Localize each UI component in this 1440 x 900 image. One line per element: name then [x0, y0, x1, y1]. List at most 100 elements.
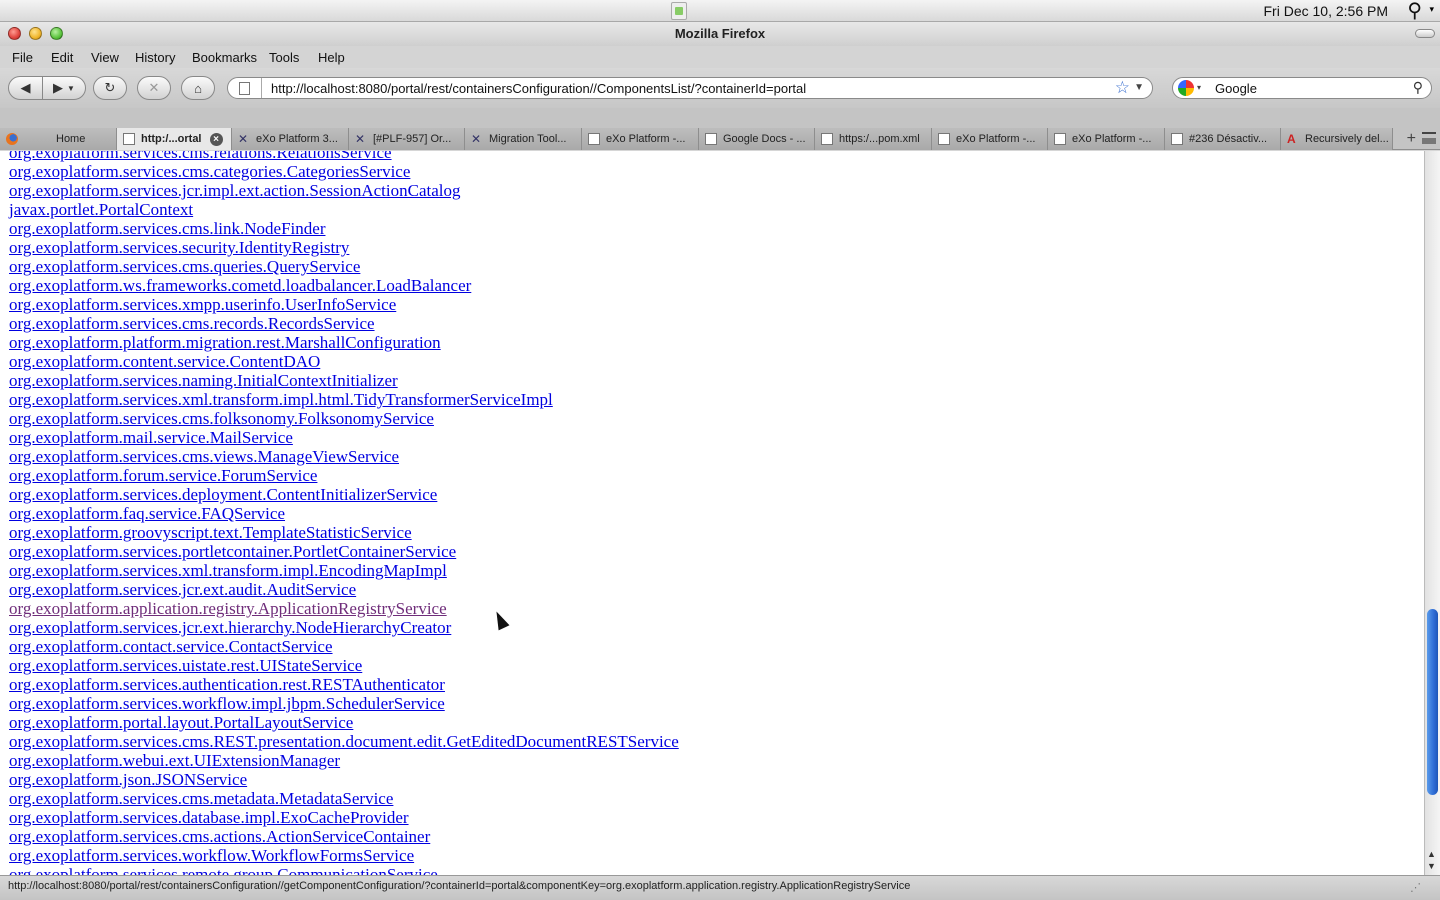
service-link[interactable]: org.exoplatform.services.jcr.impl.ext.ac… — [9, 181, 679, 200]
service-link[interactable]: org.exoplatform.services.cms.link.NodeFi… — [9, 219, 679, 238]
back-button[interactable]: ◀ — [8, 76, 43, 100]
forward-button[interactable]: ▶ ▼ — [42, 76, 86, 100]
tab-label: https:/...pom.xml — [839, 133, 920, 145]
menu-help[interactable]: Help — [318, 50, 345, 65]
tab-list-icon[interactable] — [1422, 132, 1436, 144]
service-link[interactable]: org.exoplatform.services.security.Identi… — [9, 238, 679, 257]
service-link[interactable]: org.exoplatform.services.deployment.Cont… — [9, 485, 679, 504]
page-icon — [821, 133, 833, 145]
service-link[interactable]: org.exoplatform.services.cms.categories.… — [9, 162, 679, 181]
service-link[interactable]: org.exoplatform.faq.service.FAQService — [9, 504, 679, 523]
tab-plf-957[interactable]: ✕ [#PLF-957] Or... — [349, 128, 465, 150]
service-link[interactable]: org.exoplatform.portal.layout.PortalLayo… — [9, 713, 679, 732]
service-link[interactable]: org.exoplatform.services.naming.InitialC… — [9, 371, 679, 390]
service-link[interactable]: org.exoplatform.services.authentication.… — [9, 675, 679, 694]
service-link[interactable]: org.exoplatform.services.portletcontaine… — [9, 542, 679, 561]
service-link[interactable]: org.exoplatform.webui.ext.UIExtensionMan… — [9, 751, 679, 770]
tab-exo-platform-3[interactable]: ✕ eXo Platform 3... — [232, 128, 349, 150]
spotlight-search-icon[interactable]: ⚲ — [1407, 0, 1422, 22]
service-link[interactable]: org.exoplatform.services.cms.actions.Act… — [9, 827, 679, 846]
tab-current[interactable]: http:/...ortal × — [117, 128, 232, 150]
search-bar[interactable]: ▾ ⚲ — [1172, 77, 1432, 99]
reload-button[interactable]: ↻ — [93, 76, 127, 100]
service-link[interactable]: org.exoplatform.services.uistate.rest.UI… — [9, 656, 679, 675]
menu-history[interactable]: History — [135, 50, 175, 65]
menu-file[interactable]: File — [12, 50, 33, 65]
tab-pom-xml[interactable]: https:/...pom.xml — [815, 128, 932, 150]
service-link[interactable]: javax.portlet.PortalContext — [9, 200, 679, 219]
tab-236-desactiv[interactable]: #236 Désactiv... — [1165, 128, 1281, 150]
tab-exo-platform-b[interactable]: eXo Platform -... — [932, 128, 1048, 150]
home-icon: ⌂ — [194, 80, 202, 96]
service-link[interactable]: org.exoplatform.services.cms.metadata.Me… — [9, 789, 679, 808]
service-link[interactable]: org.exoplatform.services.cms.views.Manag… — [9, 447, 679, 466]
tab-home[interactable]: Home — [0, 128, 117, 150]
service-link[interactable]: org.exoplatform.json.JSONService — [9, 770, 679, 789]
page-icon — [239, 82, 250, 95]
service-link[interactable]: org.exoplatform.groovyscript.text.Templa… — [9, 523, 679, 542]
search-engine-dropdown-icon[interactable]: ▾ — [1197, 83, 1201, 92]
service-link[interactable]: org.exoplatform.content.service.ContentD… — [9, 352, 679, 371]
search-input[interactable] — [1215, 81, 1405, 96]
navigation-toolbar: ◀ ▶ ▼ ↻ ✕ ⌂ http://localhost:8080/portal/… — [0, 68, 1440, 108]
service-link[interactable]: org.exoplatform.services.cms.folksonomy.… — [9, 409, 679, 428]
tab-exo-platform-a[interactable]: eXo Platform -... — [582, 128, 699, 150]
service-link[interactable]: org.exoplatform.services.cms.REST.presen… — [9, 732, 679, 751]
service-link[interactable]: org.exoplatform.services.workflow.Workfl… — [9, 846, 679, 865]
url-text[interactable]: http://localhost:8080/portal/rest/contai… — [271, 81, 806, 96]
menu-view[interactable]: View — [91, 50, 119, 65]
google-engine-icon[interactable] — [1178, 80, 1194, 96]
address-bar[interactable]: http://localhost:8080/portal/rest/contai… — [227, 77, 1153, 99]
scroll-up-icon[interactable]: ▲ — [1427, 849, 1436, 859]
service-link[interactable]: org.exoplatform.forum.service.ForumServi… — [9, 466, 679, 485]
home-button[interactable]: ⌂ — [181, 76, 215, 100]
scroll-down-icon[interactable]: ▼ — [1427, 861, 1436, 871]
service-link[interactable]: org.exoplatform.services.xml.transform.i… — [9, 390, 679, 409]
bookmark-star-icon[interactable]: ☆ — [1115, 78, 1130, 98]
service-link[interactable]: org.exoplatform.services.cms.relations.R… — [9, 151, 679, 162]
page-icon — [1171, 133, 1183, 145]
tab-label: eXo Platform -... — [1072, 133, 1152, 145]
vertical-scrollbar[interactable]: ▲ ▼ — [1424, 151, 1440, 875]
page-icon — [938, 133, 950, 145]
status-bar: http://localhost:8080/portal/rest/contai… — [0, 875, 1440, 900]
jar-app-icon[interactable] — [671, 2, 687, 20]
tab-close-icon[interactable]: × — [209, 132, 223, 146]
service-link[interactable]: org.exoplatform.services.jcr.ext.audit.A… — [9, 580, 679, 599]
service-link[interactable]: org.exoplatform.contact.service.ContactS… — [9, 637, 679, 656]
service-link[interactable]: org.exoplatform.application.registry.App… — [9, 599, 679, 618]
history-dropdown-icon[interactable]: ▼ — [67, 84, 75, 93]
tab-recursively-del[interactable]: A Recursively del... — [1281, 128, 1393, 150]
page-icon — [588, 133, 600, 145]
tab-migration-tool[interactable]: ✕ Migration Tool... — [465, 128, 582, 150]
tab-exo-platform-c[interactable]: eXo Platform -... — [1048, 128, 1165, 150]
service-link[interactable]: org.exoplatform.services.cms.records.Rec… — [9, 314, 679, 333]
service-link[interactable]: org.exoplatform.services.database.impl.E… — [9, 808, 679, 827]
forward-arrow-icon: ▶ — [53, 80, 64, 95]
url-separator — [261, 78, 262, 98]
service-link[interactable]: org.exoplatform.services.xml.transform.i… — [9, 561, 679, 580]
search-icon[interactable]: ⚲ — [1413, 79, 1423, 96]
service-link[interactable]: org.exoplatform.services.cms.queries.Que… — [9, 257, 679, 276]
system-clock[interactable]: Fri Dec 10, 2:56 PM — [1264, 3, 1389, 19]
service-link[interactable]: org.exoplatform.platform.migration.rest.… — [9, 333, 679, 352]
menu-edit[interactable]: Edit — [51, 50, 73, 65]
new-tab-icon[interactable]: + — [1407, 130, 1416, 148]
service-link[interactable]: org.exoplatform.services.xmpp.userinfo.U… — [9, 295, 679, 314]
service-link[interactable]: org.exoplatform.services.workflow.impl.j… — [9, 694, 679, 713]
service-link[interactable]: org.exoplatform.services.remote.group.Co… — [9, 865, 679, 875]
exo-icon: ✕ — [238, 132, 249, 146]
menu-tools[interactable]: Tools — [269, 50, 299, 65]
system-menubar: Fri Dec 10, 2:56 PM ⚲ ▾ — [0, 0, 1440, 22]
resize-grip-icon[interactable]: ⋰ — [1410, 881, 1422, 894]
tab-label: #236 Désactiv... — [1189, 133, 1268, 145]
url-history-dropdown-icon[interactable]: ▼ — [1134, 82, 1144, 93]
service-link[interactable]: org.exoplatform.ws.frameworks.cometd.loa… — [9, 276, 679, 295]
service-link[interactable]: org.exoplatform.services.jcr.ext.hierarc… — [9, 618, 679, 637]
tab-google-docs[interactable]: Google Docs - ... — [699, 128, 815, 150]
toolbar-toggle-button[interactable] — [1415, 29, 1435, 38]
menu-bookmarks[interactable]: Bookmarks — [192, 50, 257, 65]
service-link[interactable]: org.exoplatform.mail.service.MailService — [9, 428, 679, 447]
scrollbar-thumb[interactable] — [1427, 609, 1438, 795]
stop-button[interactable]: ✕ — [137, 76, 171, 100]
